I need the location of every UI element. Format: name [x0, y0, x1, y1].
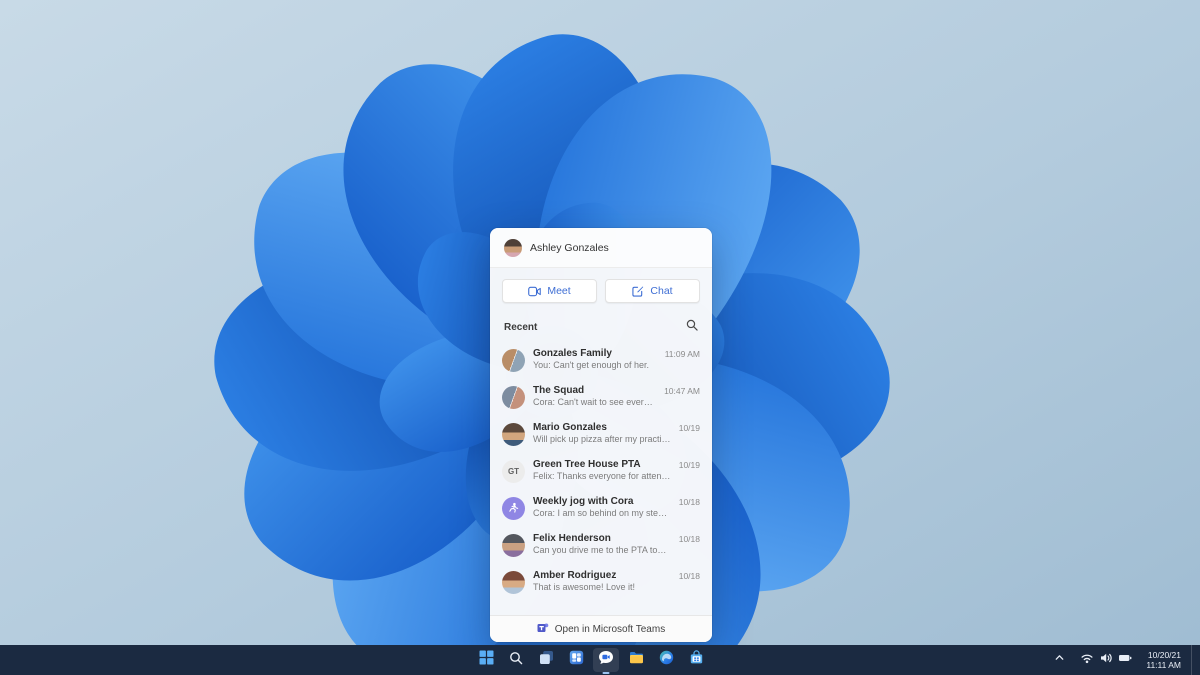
conversation-preview: Cora: Can't wait to see everyone!: [533, 397, 657, 407]
conversation-time: 10/19: [678, 460, 700, 470]
taskbar-center-icons: [473, 645, 709, 675]
conversation-time: 10/18: [678, 497, 700, 507]
chat-button-taskbar[interactable]: [593, 648, 619, 672]
open-in-teams-label: Open in Microsoft Teams: [554, 623, 666, 635]
system-tray: 10/20/21 11:11 AM: [1049, 645, 1194, 675]
runner-icon: [508, 502, 519, 515]
network-volume-battery-button[interactable]: [1076, 648, 1136, 672]
avatar: [502, 497, 525, 520]
avatar: [502, 534, 525, 557]
tray-overflow-button[interactable]: [1049, 648, 1070, 672]
edge-button[interactable]: [653, 648, 679, 672]
conversation-time: 11:09 AM: [664, 349, 700, 359]
store-button[interactable]: [683, 648, 709, 672]
search-button[interactable]: [503, 648, 529, 672]
flyout-actions: Meet Chat: [490, 268, 712, 306]
file-explorer-button[interactable]: [623, 648, 649, 672]
edge-icon: [659, 650, 674, 670]
chat-icon: [598, 650, 614, 670]
meet-button[interactable]: Meet: [502, 279, 597, 303]
desktop: Ashley Gonzales Meet Chat Recent Gonzale…: [0, 0, 1200, 675]
conversation-name: Mario Gonzales: [533, 422, 607, 433]
conversation-row-gonzales-family[interactable]: Gonzales Family You: Can't get enough of…: [490, 342, 712, 379]
conversation-row-weekly-jog[interactable]: Weekly jog with Cora Cora: I am so behin…: [490, 490, 712, 527]
conversation-name: Felix Henderson: [533, 533, 611, 544]
conversation-name: The Squad: [533, 385, 585, 396]
conversation-name: Amber Rodriguez: [533, 570, 617, 581]
tray-date: 10/20/21: [1147, 650, 1181, 660]
conversation-preview: Can you drive me to the PTA today?: [533, 545, 671, 555]
chevron-up-icon: [1053, 651, 1066, 669]
conversation-preview: Will pick up pizza after my practice.: [533, 434, 671, 444]
search-icon[interactable]: [686, 318, 698, 336]
widgets-button[interactable]: [563, 648, 589, 672]
avatar: [502, 423, 525, 446]
conversation-row-green-tree-house-pta[interactable]: GT Green Tree House PTA Felix: Thanks ev…: [490, 453, 712, 490]
conversation-row-mario-gonzales[interactable]: Mario Gonzales Will pick up pizza after …: [490, 416, 712, 453]
task-view-button[interactable]: [533, 648, 559, 672]
compose-icon: [632, 285, 644, 297]
search-icon: [509, 651, 523, 670]
recent-label: Recent: [504, 321, 538, 333]
conversation-row-felix-henderson[interactable]: Felix Henderson Can you drive me to the …: [490, 527, 712, 564]
conversation-time: 10/18: [678, 534, 700, 544]
teams-logo-icon: [537, 622, 549, 637]
volume-icon: [1099, 651, 1113, 670]
taskbar: 10/20/21 11:11 AM: [0, 645, 1200, 675]
flyout-header: Ashley Gonzales: [490, 228, 712, 268]
wifi-icon: [1080, 651, 1094, 670]
conversation-preview: Felix: Thanks everyone for attending tod…: [533, 471, 671, 481]
conversation-name: Green Tree House PTA: [533, 459, 641, 470]
conversation-time: 10/19: [678, 423, 700, 433]
recent-section-header: Recent: [490, 306, 712, 342]
chat-button-label: Chat: [650, 285, 673, 297]
conversation-preview: That is awesome! Love it!: [533, 582, 636, 592]
avatar: [502, 571, 525, 594]
conversation-name: Weekly jog with Cora: [533, 496, 634, 507]
meet-button-label: Meet: [547, 285, 571, 297]
conversation-list: Gonzales Family You: Can't get enough of…: [490, 342, 712, 615]
show-desktop-button[interactable]: [1191, 645, 1194, 675]
conversation-name: Gonzales Family: [533, 348, 612, 359]
chat-button[interactable]: Chat: [605, 279, 700, 303]
start-icon: [479, 650, 494, 670]
avatar: [502, 386, 525, 409]
file-explorer-icon: [629, 650, 644, 670]
conversation-row-the-squad[interactable]: The Squad Cora: Can't wait to see everyo…: [490, 379, 712, 416]
battery-icon: [1118, 651, 1132, 670]
clock[interactable]: 10/20/21 11:11 AM: [1142, 648, 1185, 672]
open-in-teams-link[interactable]: Open in Microsoft Teams: [490, 615, 712, 642]
user-avatar[interactable]: [504, 238, 522, 257]
conversation-row-amber-rodriguez[interactable]: Amber Rodriguez That is awesome! Love it…: [490, 564, 712, 601]
avatar: [502, 349, 525, 372]
conversation-time: 10:47 AM: [664, 386, 700, 396]
tray-time: 11:11 AM: [1146, 660, 1181, 670]
teams-chat-flyout: Ashley Gonzales Meet Chat Recent Gonzale…: [490, 228, 712, 642]
conversation-time: 10/18: [678, 571, 700, 581]
conversation-preview: You: Can't get enough of her.: [533, 360, 649, 370]
widgets-icon: [569, 650, 584, 670]
store-icon: [689, 650, 704, 670]
conversation-preview: Cora: I am so behind on my step goals.: [533, 508, 671, 518]
avatar-initials: GT: [502, 460, 525, 483]
start-button[interactable]: [473, 648, 499, 672]
task-view-icon: [539, 650, 554, 670]
user-name: Ashley Gonzales: [530, 241, 609, 254]
video-camera-icon: [528, 286, 542, 297]
